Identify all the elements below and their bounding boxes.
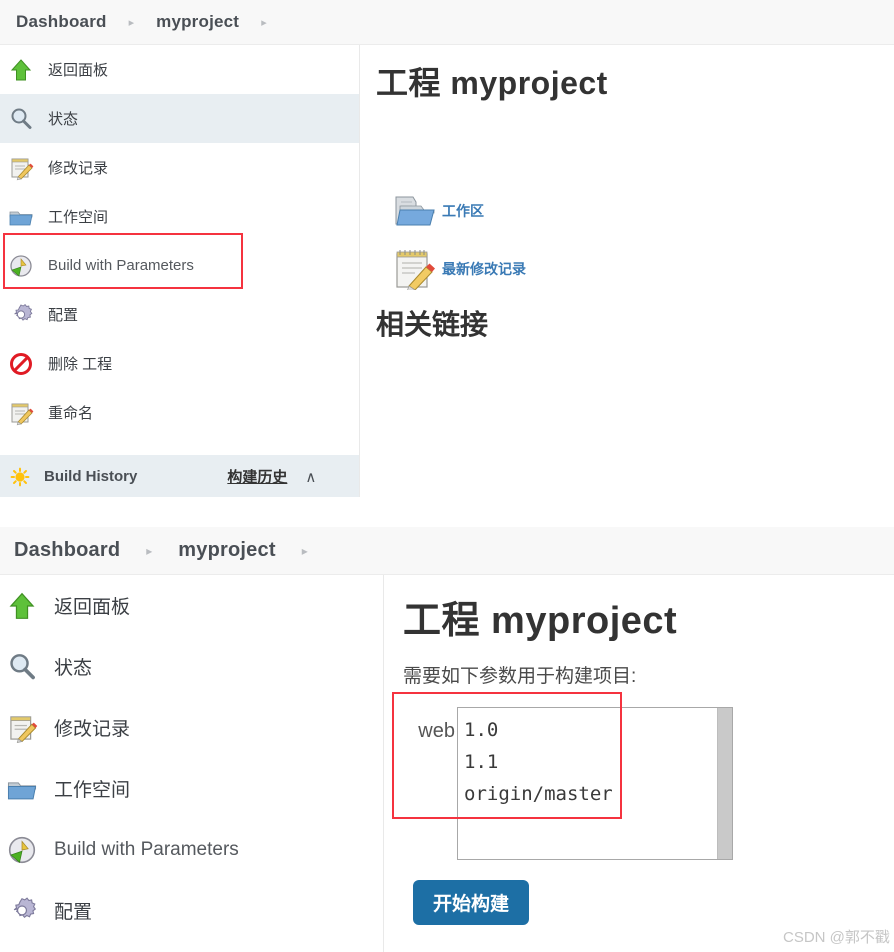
- sidebar-item-label: 修改记录: [54, 719, 131, 740]
- sidebar-item-changes[interactable]: 修改记录: [0, 697, 384, 758]
- breadcrumb-separator-icon: ▸: [128, 16, 135, 29]
- sidebar-item-label: Build with Parameters: [54, 838, 239, 860]
- sidebar-item-label: 状态: [48, 111, 79, 128]
- sidebar-item-label: 重命名: [48, 405, 94, 422]
- up-arrow-icon: [6, 590, 38, 622]
- sidebar-item-status[interactable]: 状态: [0, 94, 360, 143]
- up-arrow-icon: [8, 57, 34, 83]
- sidebar-item-label: 修改记录: [48, 160, 109, 177]
- jenkins-build-params-panel-bottom: Dashboard ▸ myproject ▸ 返回面板 状态 修改记录 工作空…: [0, 527, 894, 952]
- sidebar: 返回面板 状态 修改记录 工作空间 Build with Parameters …: [0, 575, 384, 952]
- breadcrumb-item-myproject[interactable]: myproject: [178, 539, 275, 562]
- folder-open-icon: [393, 191, 437, 231]
- sidebar-item-changes[interactable]: 修改记录: [0, 143, 360, 192]
- sidebar-item-back-to-dashboard[interactable]: 返回面板: [0, 575, 384, 636]
- sidebar-item-status[interactable]: 状态: [0, 636, 384, 697]
- related-link-label: 工作区: [442, 203, 484, 219]
- sidebar-divider: [359, 45, 360, 498]
- notepad-pencil-icon: [8, 155, 34, 181]
- delete-icon: [8, 351, 34, 377]
- gear-icon: [8, 302, 34, 328]
- sidebar-item-workspace[interactable]: 工作空间: [0, 758, 384, 819]
- related-link-label: 最新修改记录: [442, 261, 526, 277]
- page-title: 工程 myproject: [403, 600, 678, 642]
- sidebar-item-label: 返回面板: [48, 62, 109, 79]
- panel-separator: [0, 497, 894, 498]
- breadcrumb-item-myproject[interactable]: myproject: [156, 12, 239, 32]
- listbox-option[interactable]: 1.0: [464, 714, 732, 746]
- notepad-pencil-icon: [6, 712, 38, 744]
- sidebar-item-build-with-parameters[interactable]: Build with Parameters: [0, 819, 384, 880]
- params-description: 需要如下参数用于构建项目:: [403, 666, 637, 687]
- listbox-option[interactable]: origin/master: [464, 778, 732, 810]
- sun-icon: [10, 467, 30, 487]
- parameter-label: web: [418, 720, 455, 742]
- parameter-row-web: web 1.0 1.1 origin/master: [403, 707, 733, 860]
- breadcrumb-item-dashboard[interactable]: Dashboard: [16, 12, 107, 32]
- listbox-option[interactable]: 1.1: [464, 746, 732, 778]
- related-links-section-title: 相关链接: [376, 309, 489, 340]
- sidebar: 返回面板 状态 修改记录 工作空间 Build with Parameters …: [0, 45, 360, 498]
- sidebar-item-label: 工作空间: [48, 209, 109, 226]
- sidebar-item-delete-project[interactable]: 删除 工程: [0, 339, 360, 388]
- sidebar-item-label: 配置: [48, 307, 79, 324]
- sidebar-item-configure[interactable]: 配置: [0, 880, 384, 941]
- magnifier-icon: [6, 651, 38, 683]
- related-link-recent-changes[interactable]: 最新修改记录: [393, 248, 526, 292]
- sidebar-item-build-with-parameters[interactable]: Build with Parameters: [0, 241, 360, 290]
- breadcrumb-item-dashboard[interactable]: Dashboard: [14, 539, 120, 562]
- sidebar-item-label: 工作空间: [54, 780, 131, 801]
- sidebar-item-configure[interactable]: 配置: [0, 290, 360, 339]
- folder-icon: [6, 773, 38, 805]
- notepad-pencil-icon: [393, 248, 437, 292]
- breadcrumb-separator-icon-2: ▸: [261, 16, 267, 29]
- build-history-header[interactable]: Build History 构建历史 ∧: [0, 455, 360, 498]
- start-build-button[interactable]: 开始构建: [413, 880, 529, 925]
- sidebar-item-label: Build with Parameters: [48, 257, 194, 274]
- chevron-up-icon[interactable]: ∧: [305, 468, 316, 486]
- breadcrumb-separator-icon: ▸: [146, 543, 153, 558]
- listbox-scrollbar[interactable]: [717, 708, 732, 859]
- breadcrumb: Dashboard ▸ myproject ▸: [0, 527, 894, 575]
- sidebar-item-workspace[interactable]: 工作空间: [0, 192, 360, 241]
- sidebar-divider: [383, 575, 384, 952]
- magnifier-icon: [8, 106, 34, 132]
- sidebar-item-rename[interactable]: 重命名: [0, 388, 360, 437]
- jenkins-project-panel-top: Dashboard ▸ myproject ▸ 返回面板 状态 修改记录 工作空…: [0, 0, 894, 498]
- sidebar-item-label: 状态: [54, 658, 93, 679]
- build-history-label: Build History: [44, 468, 138, 485]
- parameter-listbox-web[interactable]: 1.0 1.1 origin/master: [457, 707, 733, 860]
- build-params-icon: [6, 834, 38, 866]
- breadcrumb-separator-icon-2: ▸: [301, 543, 308, 558]
- sidebar-item-label: 返回面板: [54, 597, 131, 618]
- sidebar-item-back-to-dashboard[interactable]: 返回面板: [0, 45, 360, 94]
- related-link-workspace[interactable]: 工作区: [393, 191, 484, 231]
- breadcrumb: Dashboard ▸ myproject ▸: [0, 0, 894, 45]
- main-content: 工程 myproject 工作区 最新修改记录 相关链接: [361, 45, 894, 498]
- page-title: 工程 myproject: [376, 65, 608, 101]
- sidebar-item-label: 删除 工程: [48, 356, 113, 373]
- sidebar-item-label: 配置: [54, 902, 93, 923]
- main-content: 工程 myproject 需要如下参数用于构建项目: web 1.0 1.1 o…: [385, 575, 894, 952]
- gear-icon: [6, 895, 38, 927]
- notepad-pencil-icon: [8, 400, 34, 426]
- build-history-annotation: 构建历史: [227, 469, 288, 486]
- folder-icon: [8, 204, 34, 230]
- watermark: CSDN @郭不戳: [783, 929, 890, 946]
- build-params-icon: [8, 253, 34, 279]
